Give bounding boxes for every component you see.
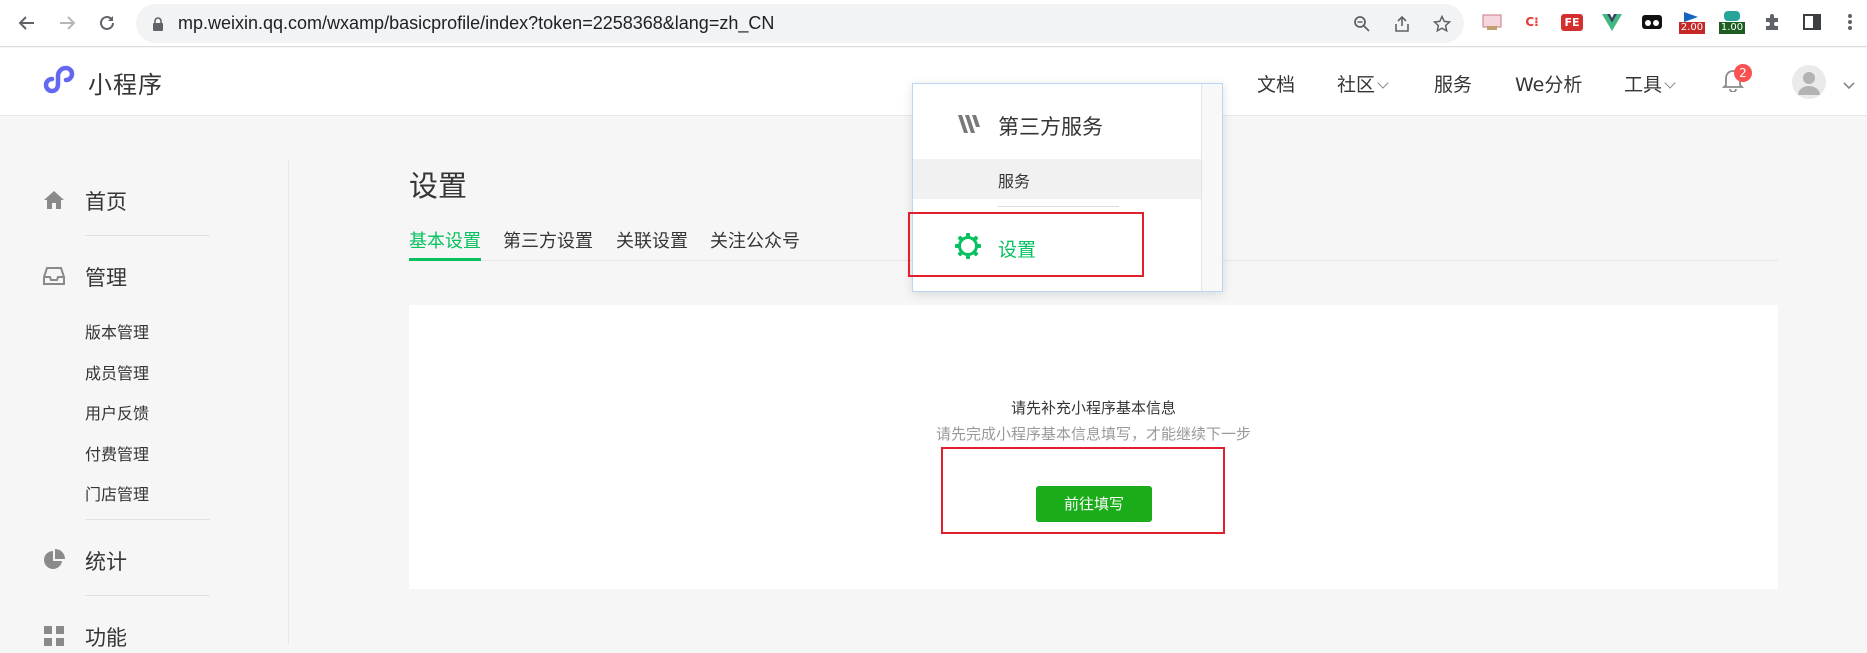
sidepanel-icon[interactable] (1798, 8, 1826, 36)
notification-badge: 2 (1734, 64, 1752, 82)
third-party-logo-icon (957, 114, 981, 138)
glasses-ext-icon[interactable] (1638, 8, 1666, 36)
browser-toolbar: mp.weixin.qq.com/wxamp/basicprofile/inde… (0, 0, 1867, 47)
prompt-description: 请先完成小程序基本信息填写，才能继续下一步 (935, 425, 1251, 443)
fe-ext-icon[interactable]: FE (1558, 8, 1586, 36)
chevron-down-icon[interactable] (1843, 75, 1855, 94)
tab-follow-official-account[interactable]: 关注公众号 (710, 227, 800, 253)
grid-icon (42, 624, 66, 648)
share-icon[interactable] (1392, 14, 1412, 34)
c-ext-icon[interactable]: C⁝ (1518, 8, 1546, 36)
speed2-ext-icon[interactable]: 1.00 (1718, 8, 1746, 36)
url-text[interactable]: mp.weixin.qq.com/wxamp/basicprofile/inde… (178, 13, 774, 34)
active-tab-indicator (409, 258, 481, 261)
more-vert-icon[interactable] (1836, 8, 1864, 36)
divider (85, 595, 210, 596)
pie-chart-icon (42, 548, 66, 572)
divider (998, 206, 1119, 207)
popup-scrollbar[interactable] (1201, 84, 1222, 291)
home-icon (42, 188, 66, 212)
inbox-icon (42, 264, 66, 288)
page-title: 设置 (409, 169, 468, 203)
nav-tools-label: 工具 (1624, 74, 1663, 96)
miniprogram-logo-icon[interactable] (42, 63, 80, 103)
tab-association-settings[interactable]: 关联设置 (616, 227, 688, 253)
nav-community-label: 社区 (1337, 74, 1376, 96)
sidebar-subitem-version[interactable]: 版本管理 (85, 319, 149, 343)
sidebar-subitem-payment[interactable]: 付费管理 (85, 441, 149, 465)
speed-ext-icon[interactable]: 2.00 (1678, 8, 1706, 36)
zoom-icon[interactable] (1352, 14, 1372, 34)
puzzle-icon[interactable] (1758, 8, 1786, 36)
back-arrow-icon[interactable] (12, 8, 42, 38)
divider (85, 519, 210, 520)
chevron-down-icon (1664, 77, 1676, 89)
speed-ext-badge: 2.00 (1678, 22, 1706, 34)
nav-tools[interactable]: 工具 (1624, 70, 1676, 97)
nav-community[interactable]: 社区 (1337, 70, 1389, 97)
star-icon[interactable] (1432, 14, 1452, 34)
sidebar-subitem-members[interactable]: 成员管理 (85, 360, 149, 384)
popup-item-label: 服务 (998, 172, 1031, 191)
nav-service[interactable]: 服务 (1434, 70, 1472, 97)
popup-header: 第三方服务 (998, 115, 1103, 139)
sidebar-subitem-stores[interactable]: 门店管理 (85, 481, 149, 505)
sidebar: 首页 管理 版本管理 成员管理 用户反馈 付费管理 门店管理 统计 功能 (0, 116, 288, 650)
tab-third-party-settings[interactable]: 第三方设置 (503, 227, 593, 253)
fe-ext-label: FE (1561, 13, 1583, 31)
sidebar-item-label: 首页 (85, 190, 127, 214)
sidebar-divider (288, 160, 289, 644)
prompt-title: 请先补充小程序基本信息 (1010, 399, 1176, 417)
divider (85, 235, 210, 236)
nav-docs[interactable]: 文档 (1257, 70, 1295, 97)
nav-analytics[interactable]: We分析 (1515, 70, 1582, 97)
reload-icon[interactable] (92, 8, 122, 38)
tab-basic-settings[interactable]: 基本设置 (409, 227, 481, 253)
chevron-down-icon (1377, 77, 1389, 89)
forward-arrow-icon[interactable] (52, 8, 82, 38)
popup-item-service[interactable]: 服务 (913, 159, 1201, 199)
sidebar-item-label: 管理 (85, 266, 127, 290)
highlight-box (908, 212, 1144, 277)
sidebar-item-label: 功能 (85, 626, 127, 650)
sidebar-subitem-feedback[interactable]: 用户反馈 (85, 400, 149, 424)
highlight-box (941, 447, 1225, 534)
sidebar-item-label: 统计 (85, 550, 127, 574)
speed2-ext-badge: 1.00 (1718, 22, 1746, 34)
lock-icon (152, 16, 164, 35)
app-name[interactable]: 小程序 (88, 65, 163, 100)
address-bar[interactable]: mp.weixin.qq.com/wxamp/basicprofile/inde… (136, 4, 1464, 43)
vue-devtools-icon[interactable] (1598, 8, 1626, 36)
avatar[interactable] (1792, 65, 1826, 99)
bookmark-ext-icon[interactable] (1478, 8, 1506, 36)
